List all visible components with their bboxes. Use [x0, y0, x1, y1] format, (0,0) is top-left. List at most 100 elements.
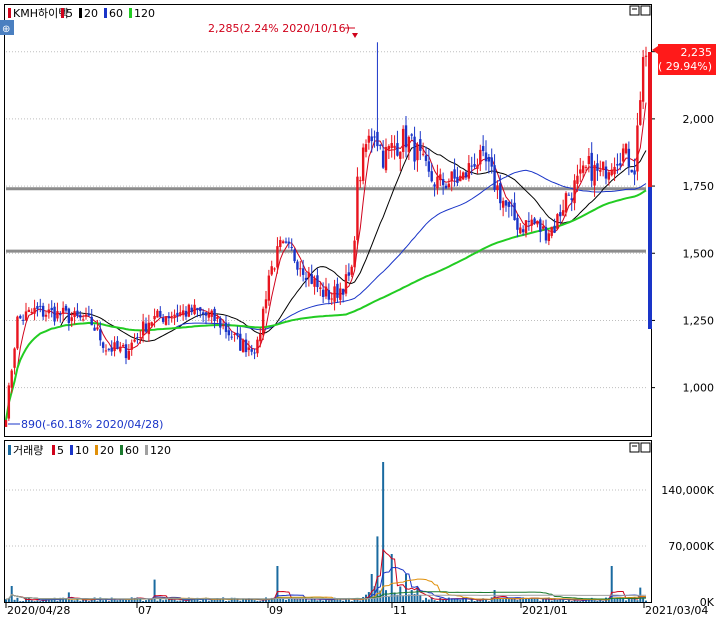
- candle-body: [433, 184, 436, 187]
- candle-body: [39, 305, 42, 307]
- volume-bar: [390, 554, 393, 602]
- candle-body: [559, 212, 562, 217]
- minimize-icon[interactable]: [629, 442, 640, 453]
- candle-body: [339, 288, 342, 300]
- candle-body: [241, 340, 245, 353]
- maximize-icon[interactable]: [640, 5, 651, 16]
- candle-body: [613, 166, 616, 175]
- candle-body: [159, 310, 162, 317]
- candle-body: [87, 313, 91, 316]
- legend-label: 10: [75, 444, 89, 457]
- candle-body: [376, 131, 379, 147]
- candle-body: [93, 327, 96, 331]
- legend-label: 5: [66, 7, 73, 20]
- candle-body: [213, 308, 216, 322]
- candle-body: [447, 183, 451, 188]
- candle-body: [316, 275, 319, 288]
- volume-bar: [550, 600, 553, 602]
- candle-body: [519, 227, 522, 234]
- legend-swatch: [61, 8, 64, 18]
- volume-bar: [350, 601, 353, 602]
- candle-body: [101, 342, 105, 348]
- candle-body: [381, 150, 385, 168]
- candle-body: [341, 288, 345, 295]
- volume-bar: [630, 599, 633, 602]
- candle-body: [510, 205, 513, 207]
- day-range-down-bar: [648, 187, 652, 329]
- candle-body: [19, 315, 22, 319]
- volume-bar: [556, 599, 559, 602]
- candle-body: [384, 147, 388, 171]
- candle-body: [10, 370, 13, 388]
- candle-body: [196, 307, 199, 310]
- maximize-icon[interactable]: [640, 442, 651, 453]
- candle-body: [344, 274, 348, 294]
- candle-body: [390, 143, 393, 149]
- candle-body: [593, 164, 596, 186]
- candle-body: [544, 227, 548, 241]
- candle-body: [373, 136, 376, 138]
- candle-body: [127, 350, 131, 360]
- candle-body: [330, 298, 333, 300]
- candle-body: [584, 166, 588, 168]
- volume-bar: [645, 600, 647, 602]
- volume-bar: [596, 600, 599, 602]
- volume-bar: [22, 601, 25, 602]
- volume-bar: [356, 599, 359, 602]
- volume-bar: [222, 597, 225, 602]
- candle-body: [299, 268, 302, 270]
- candle-body: [513, 202, 516, 221]
- candle-body: [501, 200, 505, 208]
- candle-body: [239, 333, 242, 351]
- candle-body: [473, 164, 476, 167]
- volume-bar: [245, 599, 247, 602]
- candle-body: [441, 179, 445, 186]
- volume-bar: [602, 600, 605, 602]
- candle-body: [627, 148, 631, 167]
- legend-label: 20: [84, 7, 98, 20]
- candle-body: [144, 323, 148, 332]
- candle-body: [507, 201, 511, 207]
- candle-body: [76, 310, 79, 316]
- candle-body: [170, 316, 173, 318]
- candle-body: [410, 134, 413, 136]
- candle-body: [21, 319, 25, 321]
- candle-body: [61, 307, 65, 314]
- volume-bar: [102, 600, 105, 602]
- volume-panel: 0K70,000K140,000K 거래량 5 10 20 60 120: [4, 440, 715, 609]
- candle-body: [261, 308, 265, 336]
- volume-bar: [539, 600, 542, 602]
- legend-swatch: [95, 445, 98, 455]
- candle-body: [313, 278, 316, 287]
- candle-body: [484, 152, 488, 162]
- volume-bar: [296, 599, 299, 602]
- candle-body: [416, 144, 419, 161]
- volume-bar: [253, 600, 256, 602]
- volume-bar: [79, 600, 82, 602]
- candle-body: [459, 175, 462, 182]
- volume-bar: [576, 600, 579, 602]
- volume-bar: [387, 596, 390, 602]
- stock-chart: 1,0001,2501,5001,7502,0002,250 KMH하이텍520…: [0, 4, 716, 617]
- candle-body: [27, 309, 31, 313]
- legend-swatch: [52, 445, 55, 455]
- candle-body: [64, 305, 68, 311]
- volume-bar: [533, 598, 536, 602]
- volume-bar: [36, 600, 39, 602]
- volume-bar: [316, 600, 319, 602]
- candle-body: [284, 241, 288, 243]
- candle-body: [564, 193, 568, 213]
- candle-body: [470, 165, 473, 167]
- volume-bar: [305, 598, 307, 602]
- candle-body: [236, 332, 239, 336]
- candle-body: [581, 165, 585, 173]
- minimize-icon[interactable]: [629, 5, 640, 16]
- legend-swatch: [79, 8, 82, 18]
- volume-bar: [507, 599, 510, 602]
- price-y-tick-label: 2,000: [683, 113, 715, 126]
- volume-bar: [145, 600, 147, 602]
- candle-body: [636, 125, 639, 172]
- candle-body: [464, 172, 468, 178]
- candle-body: [227, 330, 231, 336]
- candle-body: [590, 152, 593, 181]
